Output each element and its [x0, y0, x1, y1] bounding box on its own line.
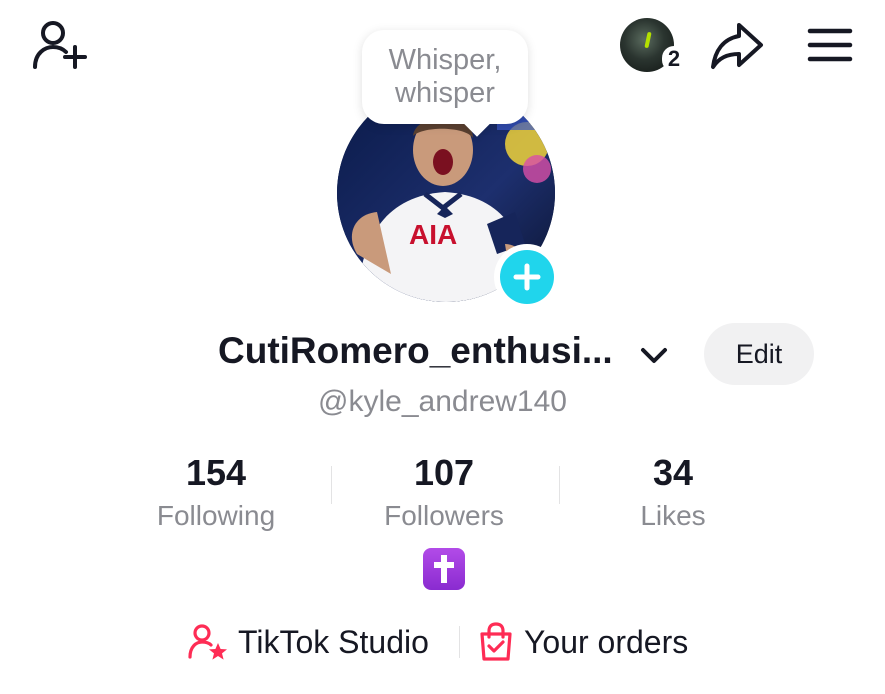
- shopping-bag-icon: [480, 622, 512, 661]
- your-orders-label: Your orders: [524, 623, 689, 660]
- creator-star-icon: [188, 624, 227, 660]
- add-friend-button[interactable]: [28, 18, 90, 74]
- plus-icon: [513, 263, 541, 291]
- stat-value: 107: [413, 452, 475, 493]
- whisper-bubble[interactable]: Whisper, whisper: [362, 30, 528, 124]
- stat-label: Likes: [640, 500, 706, 531]
- link-divider: [459, 626, 460, 658]
- tiktok-studio-link[interactable]: TikTok Studio: [188, 620, 429, 664]
- account-count-badge: 2: [662, 46, 686, 72]
- chevron-down-icon[interactable]: [638, 342, 670, 370]
- account-switcher[interactable]: 2: [618, 18, 686, 74]
- stat-value: 34: [652, 452, 694, 493]
- stat-followers[interactable]: 107 Followers: [334, 452, 554, 532]
- share-icon: [711, 23, 763, 69]
- your-orders-link[interactable]: Your orders: [478, 620, 688, 664]
- bio-cross-emoji: [423, 548, 465, 590]
- edit-profile-button[interactable]: Edit: [704, 323, 814, 385]
- jersey-sponsor-text: AIA: [409, 219, 457, 250]
- stat-value: 154: [185, 452, 247, 493]
- add-friend-icon: [33, 21, 87, 69]
- display-name[interactable]: CutiRomero_enthusi...: [218, 330, 613, 372]
- whisper-bubble-text: Whisper, whisper: [388, 44, 502, 109]
- stat-divider: [559, 466, 560, 504]
- username-handle: @kyle_andrew140: [318, 385, 567, 418]
- stat-likes[interactable]: 34 Likes: [563, 452, 783, 532]
- menu-button[interactable]: [802, 22, 858, 68]
- share-button[interactable]: [706, 20, 768, 72]
- stat-label: Followers: [384, 500, 504, 531]
- add-story-button[interactable]: [494, 244, 560, 310]
- stat-label: Following: [156, 500, 276, 531]
- cross-icon: [434, 555, 454, 583]
- stat-following[interactable]: 154 Following: [106, 452, 326, 532]
- tiktok-studio-label: TikTok Studio: [238, 623, 429, 660]
- stat-divider: [331, 466, 332, 504]
- hamburger-menu-icon: [807, 28, 853, 62]
